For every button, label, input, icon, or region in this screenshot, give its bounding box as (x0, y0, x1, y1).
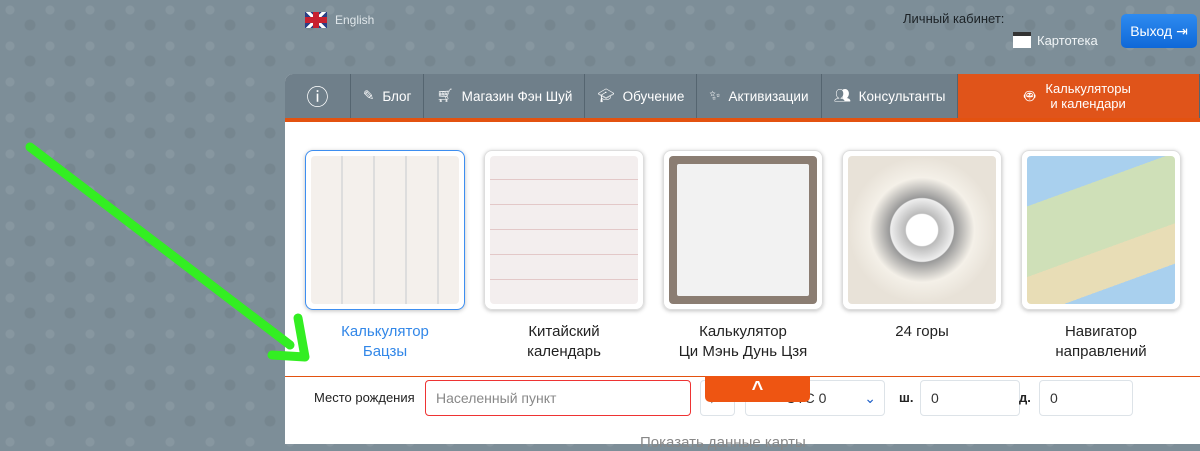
green-arrow-annotation (25, 142, 310, 362)
